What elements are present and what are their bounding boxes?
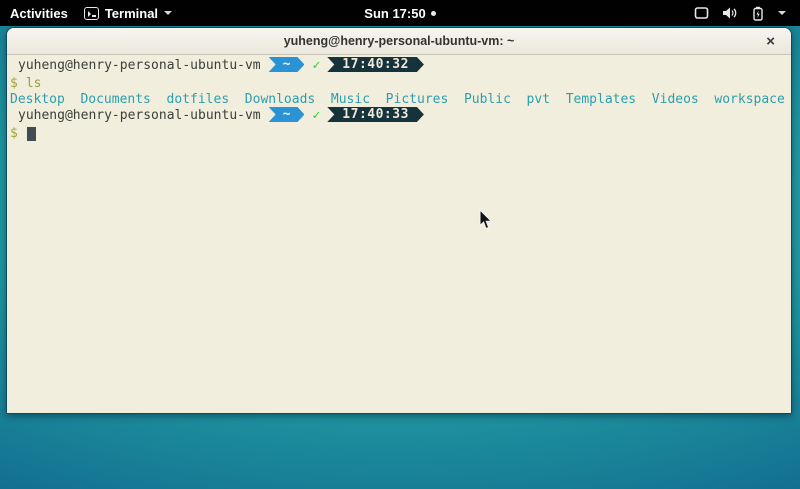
app-menu-label: Terminal [105,6,158,21]
top-bar-left: Activities Terminal [0,6,172,21]
chevron-down-icon [778,11,786,15]
terminal-cursor [27,127,36,141]
prompt-symbol: $ [10,126,18,141]
notification-dot-icon [431,11,436,16]
prompt-symbol: $ [10,76,18,91]
terminal-prompt-line: yuheng@henry-personal-ubuntu-vm ~ ✓ 17:40:3… [10,108,791,124]
prompt-user-host: yuheng@henry-personal-ubuntu-vm [18,108,261,123]
window-titlebar[interactable]: yuheng@henry-personal-ubuntu-vm: ~ × [7,28,791,55]
prompt-time-segment: 17:40:33 [327,107,424,122]
prompt-time: 17:40:32 [342,57,409,72]
clock-button[interactable]: Sun 17:50 [364,6,425,21]
prompt-cwd-segment: ~ [269,57,305,72]
close-button[interactable]: × [766,28,775,55]
battery-charging-icon [751,6,765,21]
window-title: yuheng@henry-personal-ubuntu-vm: ~ [284,34,515,48]
chevron-down-icon [164,11,172,15]
prompt-cwd: ~ [283,57,291,72]
prompt-time: 17:40:33 [342,107,409,122]
system-status-area[interactable] [694,6,800,21]
terminal-screen[interactable]: yuheng@henry-personal-ubuntu-vm ~ ✓ 17:40:3… [7,55,791,413]
prompt-status-check-icon: ✓ [312,108,320,123]
activities-button[interactable]: Activities [10,6,68,21]
terminal-command-line: $ ls [10,76,791,92]
screen-icon [694,6,709,20]
prompt-cwd-segment: ~ [269,107,305,122]
app-menu-button[interactable]: Terminal [84,6,172,21]
terminal-app-icon [84,7,99,20]
terminal-icon-underscore [92,15,96,17]
prompt-user-host: yuheng@henry-personal-ubuntu-vm [18,58,261,73]
terminal-window: yuheng@henry-personal-ubuntu-vm: ~ × yuh… [6,27,792,414]
typed-command: ls [26,76,42,91]
prompt-status-check-icon: ✓ [312,58,320,73]
terminal-input-line: $ [10,126,791,142]
terminal-prompt-line: yuheng@henry-personal-ubuntu-vm ~ ✓ 17:40:3… [10,58,791,74]
terminal-icon-chevron [88,11,91,17]
ls-output-line: Desktop Documents dotfiles Downloads Mus… [10,92,791,108]
prompt-time-segment: 17:40:32 [327,57,424,72]
top-bar: Activities Terminal Sun 17:50 [0,0,800,26]
volume-icon [722,6,738,20]
prompt-cwd: ~ [283,107,291,122]
